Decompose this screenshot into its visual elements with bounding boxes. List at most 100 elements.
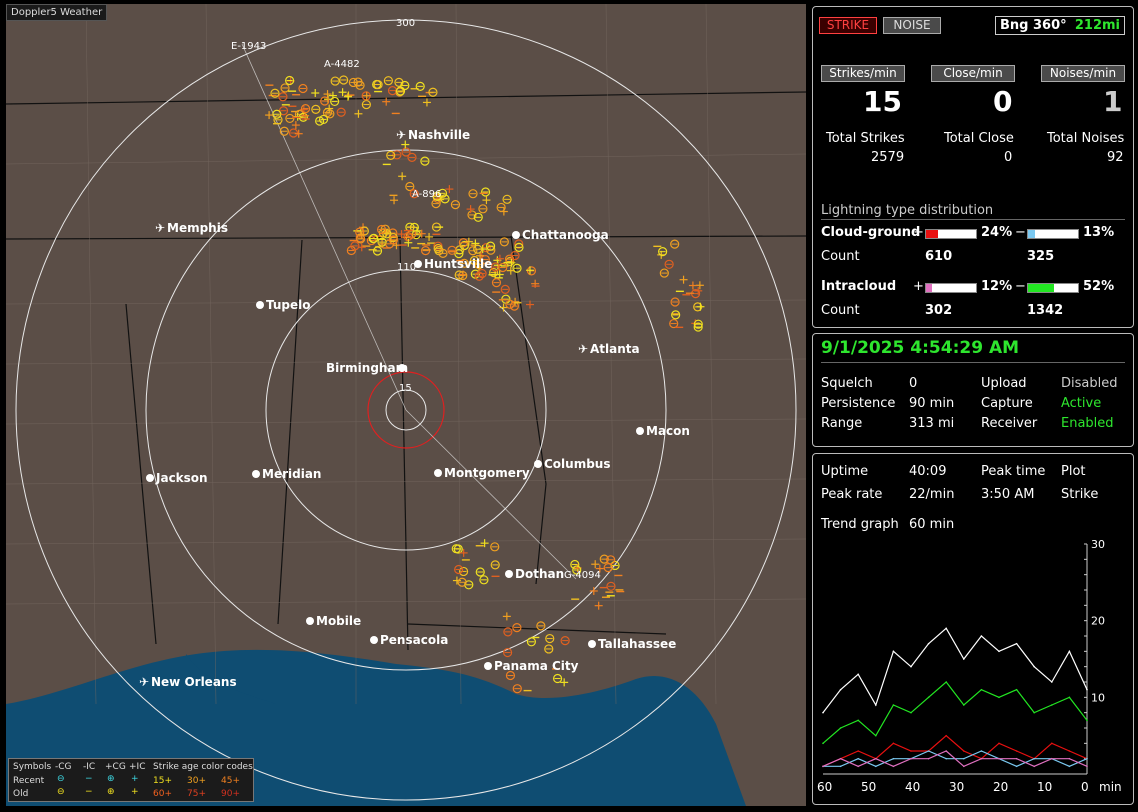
city-dot-icon — [512, 231, 520, 239]
age-code: 45+ — [221, 776, 240, 786]
city-marker-montgomery: Montgomery — [434, 466, 530, 480]
strike-mode-button[interactable]: STRIKE — [819, 17, 877, 34]
legend-header: -IC — [83, 762, 96, 772]
capture-label: Capture — [981, 396, 1033, 411]
trend-point — [1033, 665, 1035, 668]
cg-negative-pct: 13% — [1083, 225, 1115, 240]
ic-count-label: Count — [821, 303, 860, 318]
cg-positive-fill — [926, 230, 938, 238]
trend-point — [945, 750, 947, 752]
city-marker-tallahassee: Tallahassee — [588, 637, 676, 651]
trend-point — [1051, 704, 1053, 706]
ic-negative-bar — [1027, 283, 1079, 293]
x-tick-label: 0 — [1081, 780, 1089, 794]
x-tick-label: 60 — [817, 780, 832, 794]
trend-point — [963, 704, 965, 706]
trend-point — [963, 658, 965, 660]
trend-point — [839, 688, 842, 691]
trend-point — [892, 650, 895, 653]
trend-point — [980, 757, 983, 760]
trend-point — [875, 765, 877, 768]
uptime-value: 40:09 — [909, 464, 947, 479]
cg-count-label: Count — [821, 249, 860, 264]
legend-old-label: Old — [13, 789, 29, 799]
city-marker-panama-city: Panama City — [484, 659, 579, 673]
age-code: 30+ — [187, 776, 206, 786]
trend-point — [998, 742, 1000, 745]
ic-positive-pct: 12% — [981, 279, 1013, 294]
y-tick-label: 20 — [1091, 615, 1105, 628]
legend-header: -CG — [55, 762, 72, 772]
trend-point — [875, 734, 877, 737]
trend-point — [1086, 757, 1088, 760]
trend-point — [980, 688, 983, 691]
bearing-readout: Bng 360° 212mi — [995, 16, 1125, 35]
strikes-per-min-header: Strikes/min — [821, 65, 905, 82]
trend-point — [822, 711, 824, 714]
trend-series-1 — [822, 681, 1088, 744]
city-marker-jackson: Jackson — [146, 471, 208, 485]
cg-negative-fill — [1028, 230, 1035, 238]
city-label: Birmingham — [326, 361, 408, 375]
city-dot-icon — [534, 460, 542, 468]
city-marker-chattanooga: Chattanooga — [512, 228, 609, 242]
city-label: Columbus — [544, 457, 611, 471]
city-label: Panama City — [494, 659, 579, 673]
trend-point — [1015, 688, 1018, 691]
symbol-pos-ic-icon: + — [131, 787, 139, 797]
trend-point — [1068, 765, 1071, 768]
city-label: Jackson — [155, 471, 208, 485]
total-strikes-value: 2579 — [871, 150, 905, 165]
trend-panel: Uptime 40:09 Peak time Plot Peak rate 22… — [812, 453, 1134, 805]
ic-negative-pct: 52% — [1083, 279, 1115, 294]
city-label: Dothan — [515, 567, 564, 581]
trend-point — [892, 765, 895, 768]
ic-negative-fill — [1028, 284, 1054, 292]
trend-point — [875, 704, 877, 706]
trend-point — [822, 765, 824, 768]
city-label: Meridian — [262, 467, 321, 481]
trend-point — [892, 757, 895, 760]
symbol-neg-ic-icon: − — [85, 787, 93, 797]
ic-positive-fill — [926, 284, 932, 292]
cg-plus-sign: + — [913, 225, 924, 240]
storm-id: A-896 — [412, 189, 441, 200]
symbol-pos-cg-icon: ⊕ — [107, 774, 115, 784]
city-marker-meridian: Meridian — [252, 467, 321, 481]
squelch-label: Squelch — [821, 376, 873, 391]
city-dot-icon — [505, 570, 513, 578]
peak-rate-value: 22/min — [909, 487, 955, 502]
trend-point — [998, 650, 1000, 653]
peak-rate-label: Peak rate — [821, 487, 883, 502]
city-label: Tallahassee — [598, 637, 676, 651]
trend-point — [857, 757, 859, 760]
age-code: 90+ — [221, 789, 240, 799]
noise-mode-button[interactable]: NOISE — [883, 17, 941, 34]
trend-point — [910, 711, 912, 714]
close-per-min-value: 0 — [993, 85, 1013, 118]
trend-point — [1015, 750, 1018, 752]
storm-id: E-1943 — [231, 41, 266, 52]
symbol-pos-ic-icon: + — [131, 774, 139, 784]
lightning-map[interactable]: 300 110 15 E-1943 A-4482 A-896 G-4094 ✈ N… — [6, 4, 806, 806]
trend-point — [1086, 765, 1088, 768]
trend-point — [892, 742, 895, 745]
x-tick-label: 30 — [949, 780, 964, 794]
strikes-per-min-value: 15 — [863, 85, 902, 118]
persistence-label: Persistence — [821, 396, 896, 411]
city-dot-icon — [256, 301, 264, 309]
trend-point — [1015, 642, 1018, 645]
plot-value[interactable]: Strike — [1061, 487, 1098, 502]
city-marker-pensacola: Pensacola — [370, 633, 448, 647]
persistence-value: 90 min — [909, 396, 955, 411]
squelch-value: 0 — [909, 376, 918, 391]
symbol-neg-cg-icon: ⊖ — [57, 774, 65, 784]
symbol-pos-cg-icon: ⊕ — [107, 787, 115, 797]
total-close-value: 0 — [1004, 150, 1013, 165]
trend-point — [1051, 742, 1053, 745]
receiver-value: Enabled — [1061, 416, 1114, 431]
trend-point — [927, 696, 930, 699]
ic-negative-count: 1342 — [1027, 303, 1064, 318]
trend-point — [980, 750, 983, 752]
trend-chart: 30 20 10 60 50 40 30 20 10 0 min — [817, 538, 1122, 794]
